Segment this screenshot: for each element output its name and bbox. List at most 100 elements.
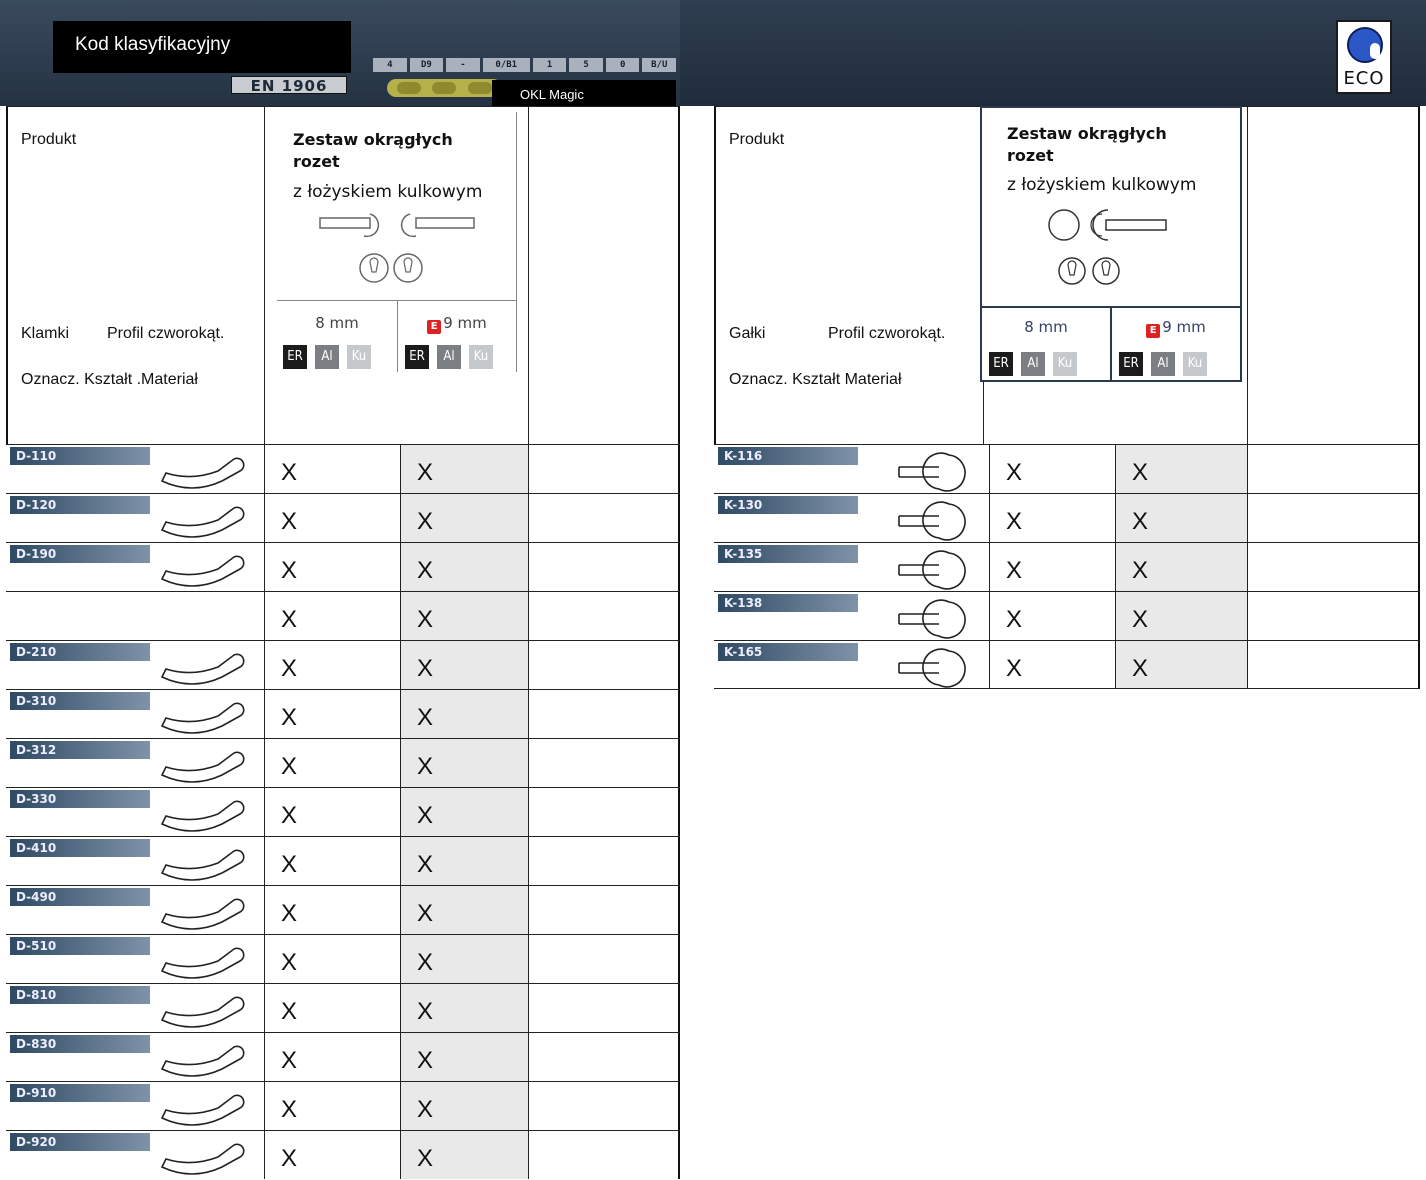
right-header-blank-cell xyxy=(1247,106,1420,445)
product-code: K-130 xyxy=(718,496,858,514)
material-chip-ku: Ku xyxy=(1183,352,1207,376)
material-chip-al: Al xyxy=(315,345,339,369)
mark-8mm: X xyxy=(264,1082,400,1130)
klamki-label: Klamki xyxy=(21,325,70,342)
galki-label: Gałki xyxy=(729,325,766,342)
material-chip-er: ER xyxy=(405,345,429,369)
handle-image: D-490 xyxy=(6,886,264,934)
material-chip-er: ER xyxy=(1119,352,1143,376)
product-code: D-120 xyxy=(10,496,150,514)
knob-image: K-116 xyxy=(714,445,989,493)
table-row: D-110 X X xyxy=(6,444,680,493)
blank-cell xyxy=(528,837,680,885)
product-code: D-910 xyxy=(10,1084,150,1102)
designation-label: Oznacz. Kształt Materiał xyxy=(729,371,902,388)
profile-label: Profil czworokąt. xyxy=(107,325,225,342)
handle-image: D-110 xyxy=(6,445,264,493)
okl-label: OKL Magic xyxy=(492,80,676,106)
product-subtitle: z łożyskiem kulkowym xyxy=(293,182,483,202)
mark-9mm: X xyxy=(1115,641,1247,688)
product-code: D-310 xyxy=(10,692,150,710)
knob-image: K-165 xyxy=(714,641,989,688)
mark-8mm: X xyxy=(264,592,400,640)
material-chip-ku: Ku xyxy=(347,345,371,369)
product-code: D-830 xyxy=(10,1035,150,1053)
table-row: D-510 X X xyxy=(6,934,680,983)
blank-cell xyxy=(528,788,680,836)
code-digit: 1 xyxy=(532,58,567,72)
handle-image: D-920 xyxy=(6,1131,264,1179)
produkt-label: Produkt xyxy=(729,131,785,148)
mark-9mm: X xyxy=(400,592,528,640)
knob-lever-rosette-icon xyxy=(1048,209,1167,285)
table-row: D-330 X X xyxy=(6,787,680,836)
lever-handle-icon xyxy=(160,1094,245,1126)
table-row: D-490 X X xyxy=(6,885,680,934)
code-digit: 4 xyxy=(373,58,407,72)
lever-handle-icon xyxy=(160,1143,245,1175)
material-chips-9mm: ER Al Ku xyxy=(1119,352,1207,376)
table-row: K-165 X X xyxy=(714,640,1420,689)
blank-cell xyxy=(528,935,680,983)
material-chip-al: Al xyxy=(1021,352,1045,376)
product-code: D-210 xyxy=(10,643,150,661)
handle-image: D-310 xyxy=(6,690,264,738)
lever-handle-icon xyxy=(160,506,245,538)
handle-image: D-510 xyxy=(6,935,264,983)
code-digit: D9 xyxy=(409,58,444,72)
mark-8mm: X xyxy=(989,641,1115,688)
table-row: XX xyxy=(6,591,680,640)
knob-image: K-138 xyxy=(714,592,989,640)
handle-image: D-830 xyxy=(6,1033,264,1081)
lever-handle-icon xyxy=(160,457,245,489)
catalog-page: Kod klasyfikacyjny EN 1906 4 D9 - 0/B1 1… xyxy=(0,0,1426,1180)
mark-9mm: X xyxy=(400,690,528,738)
mark-9mm: X xyxy=(400,445,528,493)
mark-9mm: X xyxy=(400,935,528,983)
profile-label: Profil czworokąt. xyxy=(828,325,946,342)
mark-8mm: X xyxy=(264,788,400,836)
blank-cell xyxy=(1247,543,1420,591)
door-knob-icon xyxy=(898,550,966,590)
table-row: D-410 X X xyxy=(6,836,680,885)
handle-image: D-810 xyxy=(6,984,264,1032)
e-badge-icon: E xyxy=(427,320,442,334)
blank-cell xyxy=(528,445,680,493)
code-digit: B/U xyxy=(642,58,677,72)
size-8mm-label: 8 mm xyxy=(1024,318,1068,336)
blank-cell xyxy=(528,1082,680,1130)
lever-handle-icon xyxy=(160,555,245,587)
blank-cell xyxy=(528,984,680,1032)
produkt-label: Produkt xyxy=(21,131,77,148)
mark-9mm: X xyxy=(400,1131,528,1179)
mark-9mm: X xyxy=(400,886,528,934)
mark-9mm: X xyxy=(1115,494,1247,542)
mark-9mm: X xyxy=(400,788,528,836)
table-row: D-190 X X xyxy=(6,542,680,591)
code-digit: 5 xyxy=(569,58,603,72)
mark-8mm: X xyxy=(989,494,1115,542)
table-row: D-312 X X xyxy=(6,738,680,787)
grade-pill-icon xyxy=(387,79,502,97)
blank-cell xyxy=(528,494,680,542)
mark-9mm: X xyxy=(400,494,528,542)
handle-image xyxy=(6,592,264,640)
mark-9mm: X xyxy=(400,1082,528,1130)
code-digit: 0 xyxy=(605,58,640,72)
code-digit: 0/B1 xyxy=(482,58,530,72)
material-chip-ku: Ku xyxy=(469,345,493,369)
table-row: D-810 X X xyxy=(6,983,680,1032)
mark-9mm: X xyxy=(400,837,528,885)
mark-8mm: X xyxy=(264,641,400,689)
size-8mm-label: 8 mm xyxy=(315,314,359,332)
lever-handle-icon xyxy=(160,996,245,1028)
lever-handle-icon xyxy=(160,898,245,930)
product-code: D-410 xyxy=(10,839,150,857)
left-header-labels-cell xyxy=(6,106,265,445)
table-row: K-116 X X xyxy=(714,444,1420,493)
table-row: D-210 X X xyxy=(6,640,680,689)
lever-handle-icon xyxy=(160,800,245,832)
handle-image: D-410 xyxy=(6,837,264,885)
product-code: K-116 xyxy=(718,447,858,465)
table-row: D-830 X X xyxy=(6,1032,680,1081)
